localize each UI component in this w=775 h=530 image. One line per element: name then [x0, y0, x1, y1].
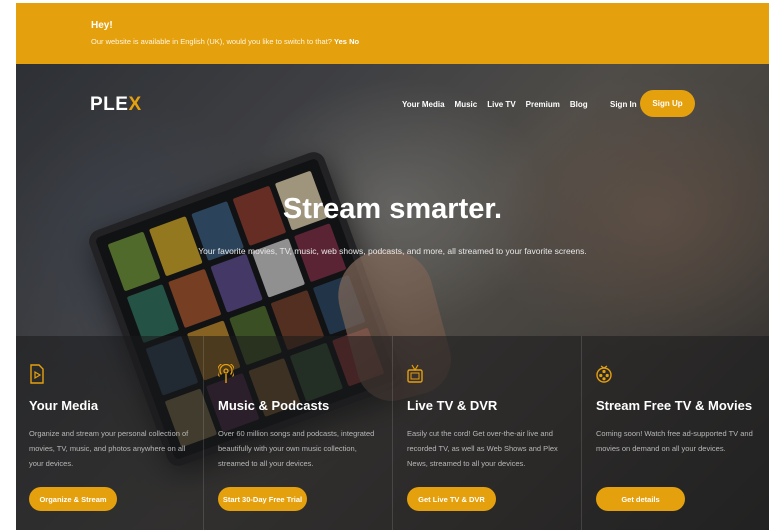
feature-description: Over 60 million songs and podcasts, inte…: [218, 429, 375, 468]
feature-title: Music & Podcasts: [218, 398, 330, 413]
get-live-tv-button[interactable]: Get Live TV & DVR: [407, 487, 496, 511]
feature-description: Easily cut the cord! Get over-the-air li…: [407, 429, 558, 468]
podcast-icon: [218, 364, 234, 383]
sign-in-link[interactable]: Sign In: [610, 100, 637, 109]
logo-x: X: [128, 94, 142, 115]
organize-stream-button[interactable]: Organize & Stream: [29, 487, 117, 511]
feature-music-podcasts: Music & Podcasts Over 60 million songs a…: [205, 336, 393, 530]
sign-up-button[interactable]: Sign Up: [640, 90, 695, 117]
feature-description: Coming soon! Watch free ad-supported TV …: [596, 429, 753, 453]
plex-logo[interactable]: PLEX: [90, 94, 142, 116]
hero-headline: Stream smarter.: [282, 193, 503, 225]
feature-description: Organize and stream your personal collec…: [29, 429, 189, 468]
main-nav: Your Media Music Live TV Premium Blog: [402, 100, 598, 109]
feature-title: Stream Free TV & Movies: [596, 398, 753, 413]
get-details-button[interactable]: Get details: [596, 487, 685, 511]
film-reel-icon: [596, 365, 612, 383]
feature-your-media: Your Media Organize and stream your pers…: [16, 336, 204, 530]
logo-text: PLE: [90, 94, 129, 115]
nav-premium[interactable]: Premium: [526, 100, 560, 109]
features-band: Your Media Organize and stream your pers…: [16, 336, 769, 530]
hero-subline: Your favorite movies, TV, music, web sho…: [198, 246, 587, 256]
banner-title: Hey!: [91, 20, 113, 31]
banner-message: Our website is available in English (UK)…: [91, 37, 332, 46]
banner-yes-link[interactable]: Yes: [334, 37, 347, 46]
tv-icon: [407, 364, 423, 383]
start-free-trial-button[interactable]: Start 30-Day Free Trial: [218, 487, 307, 511]
nav-your-media[interactable]: Your Media: [402, 100, 445, 109]
feature-stream-free: Stream Free TV & Movies Coming soon! Wat…: [583, 336, 769, 530]
feature-live-tv-dvr: Live TV & DVR Easily cut the cord! Get o…: [394, 336, 582, 530]
feature-title: Your Media: [29, 398, 99, 413]
nav-blog[interactable]: Blog: [570, 100, 588, 109]
banner-message-line: Our website is available in English (UK)…: [91, 37, 359, 46]
media-file-icon: [30, 364, 44, 384]
nav-live-tv[interactable]: Live TV: [487, 100, 515, 109]
language-banner: Hey! Our website is available in English…: [16, 3, 769, 64]
banner-no-link[interactable]: No: [349, 37, 359, 46]
hero-section: PLEX Your Media Music Live TV Premium Bl…: [16, 64, 769, 530]
page-frame: Hey! Our website is available in English…: [16, 3, 769, 530]
feature-title: Live TV & DVR: [407, 398, 498, 413]
nav-music[interactable]: Music: [455, 100, 478, 109]
